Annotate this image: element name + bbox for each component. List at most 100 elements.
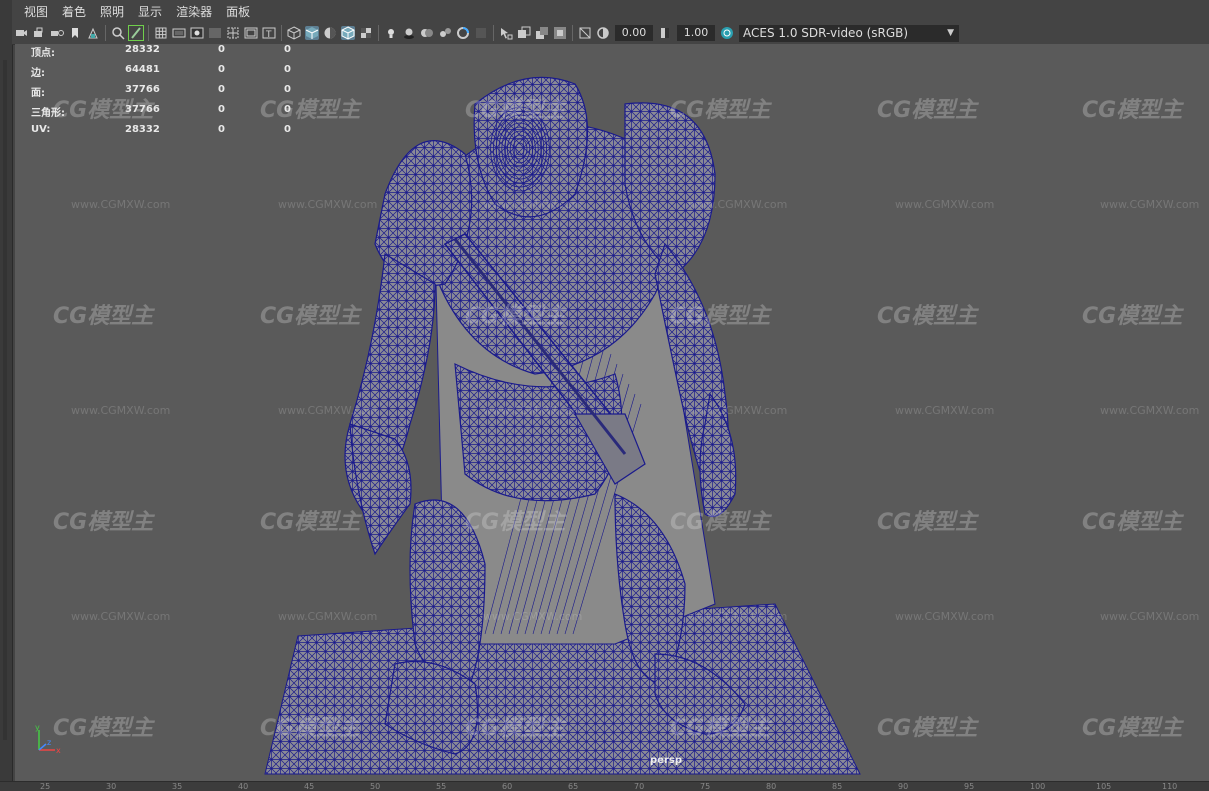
toolbar-separator: [148, 25, 149, 41]
watermark-logo: CG模型主: [1082, 98, 1183, 123]
watermark-url: www.CGMXW.com: [688, 610, 788, 623]
watermark-logo: CG模型主: [670, 510, 771, 535]
xray-components-icon[interactable]: [553, 26, 567, 40]
hud-highlighted: 0: [284, 84, 291, 95]
hud-row: 顶点: 28332 0 0: [31, 44, 291, 64]
depth-of-field-icon[interactable]: [474, 26, 488, 40]
hud-label: 三角形:: [31, 108, 65, 119]
wireframe-on-shaded-icon[interactable]: [341, 26, 355, 40]
menu-panels[interactable]: 面板: [224, 3, 252, 20]
hud-highlighted: 0: [284, 64, 291, 75]
watermark-logo: CG模型主: [53, 304, 154, 329]
hud-label: 边:: [31, 68, 45, 79]
watermark-url: www.CGMXW.com: [688, 404, 788, 417]
gate-mask-icon[interactable]: [208, 26, 222, 40]
gamma-field[interactable]: 1.00: [677, 25, 715, 41]
watermark-logo: CG模型主: [260, 304, 361, 329]
hud-row: 面: 37766 0 0: [31, 84, 291, 104]
hud-highlighted: 0: [284, 124, 291, 135]
watermark-logo: CG模型主: [53, 510, 154, 535]
panel-toolbar: T 0.00 1.00 ACES 1.0 SDR-video (sRGB) ▼: [12, 22, 1209, 45]
view-axis-gizmo: y x z: [35, 723, 61, 755]
backface-cull-icon[interactable]: [578, 26, 592, 40]
wireframe-model: [264, 76, 861, 775]
watermark-logo: CG模型主: [877, 98, 978, 123]
panel-resize-grip[interactable]: [3, 60, 7, 740]
grease-pencil-icon[interactable]: [128, 25, 144, 41]
hud-highlighted: 0: [284, 104, 291, 115]
gamma-icon[interactable]: [658, 26, 672, 40]
image-plane-icon[interactable]: [86, 26, 100, 40]
shadows-icon[interactable]: [402, 26, 416, 40]
hud-total: 28332: [125, 44, 160, 55]
hud-label: 顶点:: [31, 48, 55, 59]
isolate-select-icon[interactable]: [499, 26, 513, 40]
color-space-value: ACES 1.0 SDR-video (sRGB): [743, 25, 909, 40]
camera-lock-icon[interactable]: [32, 26, 46, 40]
safe-action-icon[interactable]: [244, 26, 258, 40]
hud-label: 面:: [31, 88, 45, 99]
menu-renderer[interactable]: 渲染器: [174, 3, 214, 20]
axis-y-label: y: [35, 723, 40, 732]
watermark-url: www.CGMXW.com: [483, 610, 583, 623]
smooth-shade-icon[interactable]: [305, 26, 319, 40]
camera-name-label: persp: [650, 755, 682, 766]
exposure-field[interactable]: 0.00: [615, 25, 653, 41]
watermark-url: www.CGMXW.com: [483, 198, 583, 211]
watermark-logo: CG模型主: [1082, 716, 1183, 741]
watermark-url: www.CGMXW.com: [71, 404, 171, 417]
use-all-lights-icon[interactable]: [384, 26, 398, 40]
textured-icon[interactable]: [359, 26, 373, 40]
hud-selected: 0: [218, 64, 225, 75]
watermark-logo: CG模型主: [877, 716, 978, 741]
watermark-logo: CG模型主: [53, 716, 154, 741]
hud-row: UV: 28332 0 0: [31, 124, 291, 144]
xray-joints-icon[interactable]: [535, 26, 549, 40]
camera-attr-icon[interactable]: [50, 26, 64, 40]
watermark-url: www.CGMXW.com: [278, 404, 378, 417]
grid-icon[interactable]: [154, 26, 168, 40]
menu-shading[interactable]: 着色: [60, 3, 88, 20]
resolution-gate-icon[interactable]: [190, 26, 204, 40]
watermark-logo: CG模型主: [1082, 304, 1183, 329]
hud-total: 37766: [125, 104, 160, 115]
hud-row: 三角形: 37766 0 0: [31, 104, 291, 124]
toolbar-separator: [281, 25, 282, 41]
menu-view[interactable]: 视图: [22, 3, 50, 20]
watermark-url: www.CGMXW.com: [71, 610, 171, 623]
wireframe-icon[interactable]: [287, 26, 301, 40]
hud-label: UV:: [31, 124, 51, 135]
watermark-logo: CG模型主: [1082, 510, 1183, 535]
motion-blur-icon[interactable]: [438, 26, 452, 40]
menu-show[interactable]: 显示: [136, 3, 164, 20]
field-chart-icon[interactable]: [226, 26, 240, 40]
watermark-logo: CG模型主: [465, 304, 566, 329]
left-panel-edge: [0, 0, 13, 790]
camera-icon[interactable]: [14, 26, 28, 40]
watermark-logo: CG模型主: [260, 716, 361, 741]
watermark-logo: CG模型主: [465, 716, 566, 741]
watermark-url: www.CGMXW.com: [895, 404, 995, 417]
color-management-icon[interactable]: [720, 26, 734, 40]
2d-pan-icon[interactable]: [111, 26, 125, 40]
panel-menubar: 视图 着色 照明 显示 渲染器 面板: [12, 0, 1209, 22]
watermark-url: www.CGMXW.com: [483, 404, 583, 417]
hud-total: 64481: [125, 64, 160, 75]
hud-highlighted: 0: [284, 44, 291, 55]
watermark-logo: CG模型主: [877, 510, 978, 535]
watermark-url: www.CGMXW.com: [1100, 404, 1200, 417]
watermark-url: www.CGMXW.com: [71, 198, 171, 211]
multisample-aa-icon[interactable]: [456, 26, 470, 40]
hud-selected: 0: [218, 84, 225, 95]
bookmark-icon[interactable]: [68, 26, 82, 40]
film-gate-icon[interactable]: [172, 26, 186, 40]
3d-viewport[interactable]: CG模型主 www.CGMXW.com CG模型主 www.CGMXW.com CG模型…: [15, 44, 1209, 781]
default-material-icon[interactable]: [323, 26, 337, 40]
exposure-icon[interactable]: [596, 26, 610, 40]
toolbar-separator: [105, 25, 106, 41]
xray-icon[interactable]: [517, 26, 531, 40]
screen-space-ao-icon[interactable]: [420, 26, 434, 40]
safe-title-icon[interactable]: T: [262, 26, 276, 40]
color-space-select[interactable]: ACES 1.0 SDR-video (sRGB) ▼: [739, 24, 959, 42]
menu-lighting[interactable]: 照明: [98, 3, 126, 20]
